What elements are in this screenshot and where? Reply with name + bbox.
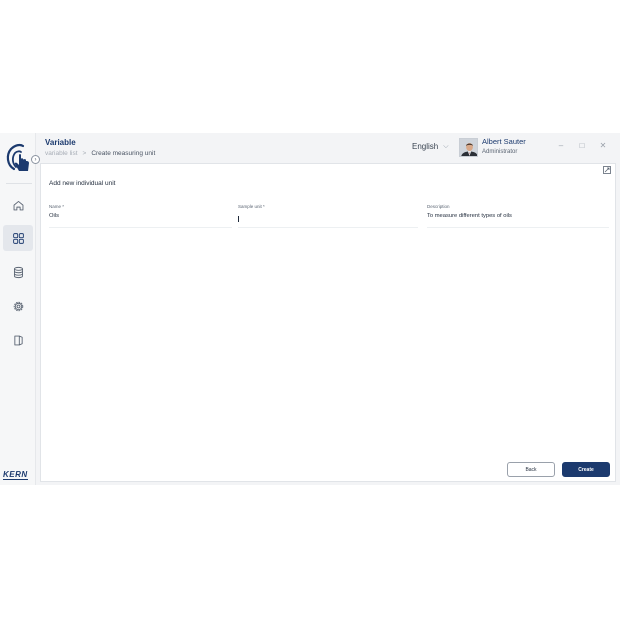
chevron-right-icon: › xyxy=(34,156,37,163)
language-selector[interactable]: English ⌵ xyxy=(412,142,449,151)
minimize-icon[interactable]: – xyxy=(556,141,566,151)
touch-hand-logo-icon xyxy=(6,143,29,171)
chevron-down-icon: ⌵ xyxy=(443,142,449,150)
sidebar-item-database[interactable] xyxy=(3,259,33,285)
name-field[interactable]: Name * Oils xyxy=(49,204,232,228)
dashboard-grid-icon xyxy=(12,232,24,244)
language-label: English xyxy=(412,142,439,151)
sidebar-item-home[interactable] xyxy=(3,192,33,218)
name-input[interactable]: Oils xyxy=(49,213,232,219)
user-name: Albert Sauter xyxy=(482,137,526,146)
user-photo-icon xyxy=(460,139,477,156)
create-button[interactable]: Create xyxy=(562,462,610,477)
back-button[interactable]: Back xyxy=(507,462,555,477)
breadcrumb-link-variable-list[interactable]: variable list xyxy=(45,150,78,157)
sidebar-divider xyxy=(6,183,32,184)
avatar[interactable] xyxy=(459,138,478,157)
brand-logo-text: KERN xyxy=(3,470,28,480)
home-icon xyxy=(13,200,23,210)
close-icon[interactable]: ✕ xyxy=(598,141,608,151)
form-title: Add new individual unit xyxy=(49,180,116,187)
text-cursor xyxy=(238,216,239,222)
sample-unit-field[interactable]: Sample unit * xyxy=(238,204,418,228)
top-header: Variable variable list > Create measurin… xyxy=(36,133,620,161)
logout-icon xyxy=(13,335,23,345)
expand-icon[interactable] xyxy=(603,166,611,174)
sidebar: › KERN xyxy=(0,133,40,485)
breadcrumb-separator: > xyxy=(82,150,87,157)
database-icon xyxy=(13,266,23,278)
sidebar-item-logout[interactable] xyxy=(3,327,33,353)
form-panel: Add new individual unit Name * Oils Samp… xyxy=(40,163,616,482)
name-label: Name * xyxy=(49,204,65,209)
collapse-sidebar-button[interactable]: › xyxy=(31,155,40,164)
description-input[interactable]: To measure different types of oils xyxy=(427,213,609,219)
maximize-icon[interactable]: □ xyxy=(577,141,587,151)
application-window: › KERN Variable variable list > Create m… xyxy=(0,133,620,485)
sample-unit-label: Sample unit * xyxy=(238,204,265,209)
page-title: Variable xyxy=(45,138,76,147)
description-label: Description xyxy=(427,204,450,209)
sidebar-item-settings[interactable] xyxy=(3,293,33,319)
description-field[interactable]: Description To measure different types o… xyxy=(427,204,609,228)
settings-gear-icon xyxy=(13,301,23,311)
sidebar-item-dashboard[interactable] xyxy=(3,225,33,251)
breadcrumb-current: Create measuring unit xyxy=(91,150,156,157)
breadcrumb: variable list > Create measuring unit xyxy=(45,150,155,157)
user-role: Administrator xyxy=(482,149,518,155)
